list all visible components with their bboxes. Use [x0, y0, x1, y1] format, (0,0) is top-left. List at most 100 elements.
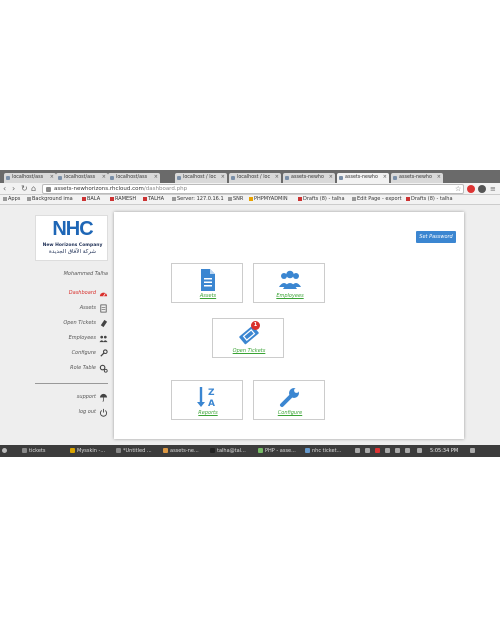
- page-icon: [352, 196, 356, 201]
- page-icon: [58, 176, 62, 180]
- close-icon[interactable]: ×: [329, 174, 333, 180]
- bookmark[interactable]: Drafts (8) - talha: [298, 196, 345, 202]
- browser-tab[interactable]: assets-newho ×: [283, 173, 335, 183]
- wrench-icon: [100, 349, 108, 357]
- company-logo[interactable]: NHC New Horizons Company شركة الآفاق الج…: [35, 215, 108, 261]
- browser-tab-active[interactable]: assets-newho ×: [337, 173, 389, 183]
- editor-icon: [258, 448, 263, 453]
- sidebar-item-assets[interactable]: Assets: [20, 303, 110, 315]
- card-configure[interactable]: Configure: [253, 380, 325, 420]
- bluetooth-icon[interactable]: [405, 448, 410, 453]
- clock[interactable]: 5:05:34 PM: [430, 446, 458, 456]
- card-employees[interactable]: Employees: [253, 263, 325, 303]
- document-icon: [201, 269, 215, 291]
- sidebar-item-employees[interactable]: Employees: [20, 333, 110, 345]
- browser-toolbar: ‹ › ↻ ⌂ assets-newhorizons.rhcloud.com/d…: [0, 183, 500, 195]
- page-icon: [285, 176, 289, 180]
- ticket-count-badge: 1: [251, 321, 260, 330]
- close-icon[interactable]: ×: [102, 174, 106, 180]
- ticket-icon: [100, 319, 108, 328]
- browser-tab[interactable]: localhost / loc ×: [229, 173, 281, 183]
- umbrella-icon: [99, 393, 108, 402]
- volume-icon[interactable]: [417, 448, 422, 453]
- taskbar-item[interactable]: nhc ticket...: [305, 446, 341, 456]
- taskbar-item[interactable]: talha@tal...: [210, 446, 246, 456]
- settings-icon[interactable]: [470, 448, 475, 453]
- close-icon[interactable]: ×: [50, 174, 54, 180]
- taskbar-item[interactable]: tickets: [22, 446, 45, 456]
- close-icon[interactable]: ×: [437, 174, 441, 180]
- apps-icon: [3, 196, 7, 201]
- address-bar[interactable]: assets-newhorizons.rhcloud.com/dashboard…: [42, 184, 464, 194]
- tray-icon[interactable]: [365, 448, 370, 453]
- bookmark[interactable]: RAMESH: [110, 196, 136, 202]
- bookmark[interactable]: Background ima: [27, 196, 73, 202]
- sidebar-item-role-table[interactable]: Role Table: [20, 363, 110, 375]
- page-info-icon: [46, 187, 51, 192]
- star-icon[interactable]: ☆: [455, 184, 461, 194]
- browser-icon: [163, 448, 168, 453]
- cogs-icon: [99, 364, 108, 373]
- bookmark[interactable]: Edit Page - export: [352, 196, 402, 202]
- sidebar-item-open-tickets[interactable]: Open Tickets: [20, 318, 110, 330]
- taskbar-item[interactable]: Mysskin -...: [70, 446, 105, 456]
- taskbar-item[interactable]: PHP - asse...: [258, 446, 296, 456]
- browser-tab[interactable]: localhost/ass ×: [56, 173, 108, 183]
- document-icon: [100, 304, 107, 313]
- bookmark-apps[interactable]: Apps: [3, 196, 20, 202]
- close-icon[interactable]: ×: [154, 174, 158, 180]
- page-icon: [177, 176, 181, 180]
- extension-icon[interactable]: [467, 185, 475, 193]
- browser-tab[interactable]: localhost / loc ×: [175, 173, 227, 183]
- editor-icon: [116, 448, 121, 453]
- taskbar-item[interactable]: *Untitled ...: [116, 446, 152, 456]
- taskbar-item[interactable]: assets-ne...: [163, 446, 199, 456]
- extension-icon[interactable]: [478, 185, 486, 193]
- card-assets[interactable]: Assets: [171, 263, 243, 303]
- bookmark[interactable]: TALHA: [143, 196, 164, 202]
- browser-tab-strip: localhost/ass × localhost/ass × localhost/…: [0, 170, 500, 183]
- menu-icon[interactable]: ≡: [490, 184, 496, 194]
- sidebar-item-log-out[interactable]: log out: [20, 407, 110, 419]
- dashboard-icon: [99, 292, 108, 297]
- gmail-icon: [82, 196, 86, 201]
- bookmark[interactable]: SNR: [228, 196, 243, 202]
- sidebar-divider: [35, 383, 108, 384]
- home-icon[interactable]: ⌂: [31, 184, 36, 194]
- folder-icon: [22, 448, 27, 453]
- page-icon: [27, 196, 31, 201]
- page-icon: [6, 176, 10, 180]
- bookmark[interactable]: Drafts (8) - talha: [406, 196, 453, 202]
- gmail-icon: [143, 196, 147, 201]
- browser-tab[interactable]: localhost/ass ×: [4, 173, 56, 183]
- bookmark[interactable]: BALA: [82, 196, 100, 202]
- reload-icon[interactable]: ↻: [21, 184, 28, 194]
- bookmark[interactable]: Server: 127.0.16.1: [172, 196, 224, 202]
- browser-tab[interactable]: localhost/ass ×: [108, 173, 160, 183]
- card-open-tickets[interactable]: 1 Open Tickets: [212, 318, 284, 358]
- svg-text:A: A: [208, 399, 215, 409]
- sidebar-item-configure[interactable]: Configure: [20, 348, 110, 360]
- terminal-icon: [210, 448, 215, 453]
- card-reports[interactable]: Z A Reports: [171, 380, 243, 420]
- browser-tab[interactable]: assets-newho ×: [391, 173, 443, 183]
- mail-icon[interactable]: [395, 448, 400, 453]
- close-icon[interactable]: ×: [221, 174, 225, 180]
- sidebar-item-support[interactable]: support: [20, 392, 110, 404]
- forward-icon[interactable]: ›: [12, 184, 15, 194]
- bookmarks-bar: Apps Background ima BALA RAMESH TALHA Se…: [0, 195, 500, 205]
- svg-text:Z: Z: [208, 388, 215, 398]
- tray-icon[interactable]: [375, 448, 380, 453]
- set-password-button[interactable]: Set Password: [416, 231, 456, 243]
- close-icon[interactable]: ×: [275, 174, 279, 180]
- sidebar-item-dashboard[interactable]: Dashboard: [20, 288, 110, 300]
- page-content: NHC New Horizons Company شركة الآفاق الج…: [0, 205, 500, 445]
- bookmark[interactable]: PHPMYADMIN: [249, 196, 288, 202]
- tray-icon[interactable]: [355, 448, 360, 453]
- start-icon[interactable]: [2, 446, 9, 456]
- back-icon[interactable]: ‹: [3, 184, 6, 194]
- close-icon[interactable]: ×: [383, 174, 387, 180]
- page-icon: [393, 176, 397, 180]
- warning-icon: [249, 196, 253, 201]
- network-icon[interactable]: [385, 448, 390, 453]
